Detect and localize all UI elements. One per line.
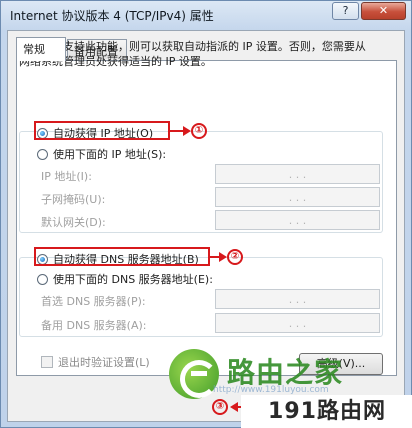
description-text: 如果网络支持此功能，则可以获取自动指派的 IP 设置。否则，您需要从网络系统管理…	[19, 40, 366, 68]
validate-on-exit-checkbox[interactable]: 退出时验证设置(L)	[41, 354, 150, 370]
subnet-mask-value: . . .	[288, 190, 307, 204]
annotation-box-2	[34, 247, 210, 266]
annotation-box-1	[34, 121, 170, 140]
manual-dns-label: 使用下面的 DNS 服务器地址(E):	[53, 273, 213, 286]
annotation-number-1: ①	[191, 123, 207, 139]
manual-dns-radio[interactable]: 使用下面的 DNS 服务器地址(E):	[37, 271, 213, 287]
annotation-arrowhead-2	[219, 252, 227, 262]
manual-ip-radio[interactable]: 使用下面的 IP 地址(S):	[37, 146, 166, 162]
ip-address-input[interactable]: . . .	[215, 164, 380, 184]
help-button[interactable]: ?	[332, 2, 359, 20]
window-title: Internet 协议版本 4 (TCP/IPv4) 属性	[10, 9, 214, 23]
checkbox-indicator	[41, 356, 53, 368]
validate-on-exit-label: 退出时验证设置(L)	[58, 356, 150, 369]
radio-indicator	[37, 273, 48, 285]
subnet-mask-input[interactable]: . . .	[215, 187, 380, 207]
radio-indicator	[37, 148, 48, 160]
preferred-dns-label: 首选 DNS 服务器(P):	[41, 295, 146, 308]
subnet-mask-label: 子网掩码(U):	[41, 193, 106, 206]
manual-ip-label: 使用下面的 IP 地址(S):	[53, 148, 167, 161]
default-gateway-label: 默认网关(D):	[41, 216, 106, 229]
default-gateway-input[interactable]: . . .	[215, 210, 380, 230]
annotation-number-2: ②	[227, 249, 243, 265]
brand-banner: 191路由网	[241, 395, 412, 428]
watermark-url: http://www.191luyou.com	[213, 385, 329, 395]
ip-address-label: IP 地址(I):	[41, 170, 92, 183]
alternate-dns-label: 备用 DNS 服务器(A):	[41, 319, 147, 332]
default-gateway-value: . . .	[288, 213, 307, 227]
title-bar[interactable]: Internet 协议版本 4 (TCP/IPv4) 属性 ? ✕	[1, 1, 411, 29]
preferred-dns-input[interactable]: . . .	[215, 289, 380, 309]
luyou-logo-icon	[169, 349, 219, 399]
dialog-window: Internet 协议版本 4 (TCP/IPv4) 属性 ? ✕ 常规 备用配…	[0, 0, 412, 428]
annotation-arrowhead-1	[183, 126, 191, 136]
preferred-dns-value: . . .	[288, 292, 307, 306]
alternate-dns-input[interactable]: . . .	[215, 313, 380, 333]
ip-address-value: . . .	[288, 167, 307, 181]
close-button[interactable]: ✕	[361, 2, 406, 20]
tab-general[interactable]: 常规	[16, 37, 66, 61]
alternate-dns-value: . . .	[288, 316, 307, 330]
